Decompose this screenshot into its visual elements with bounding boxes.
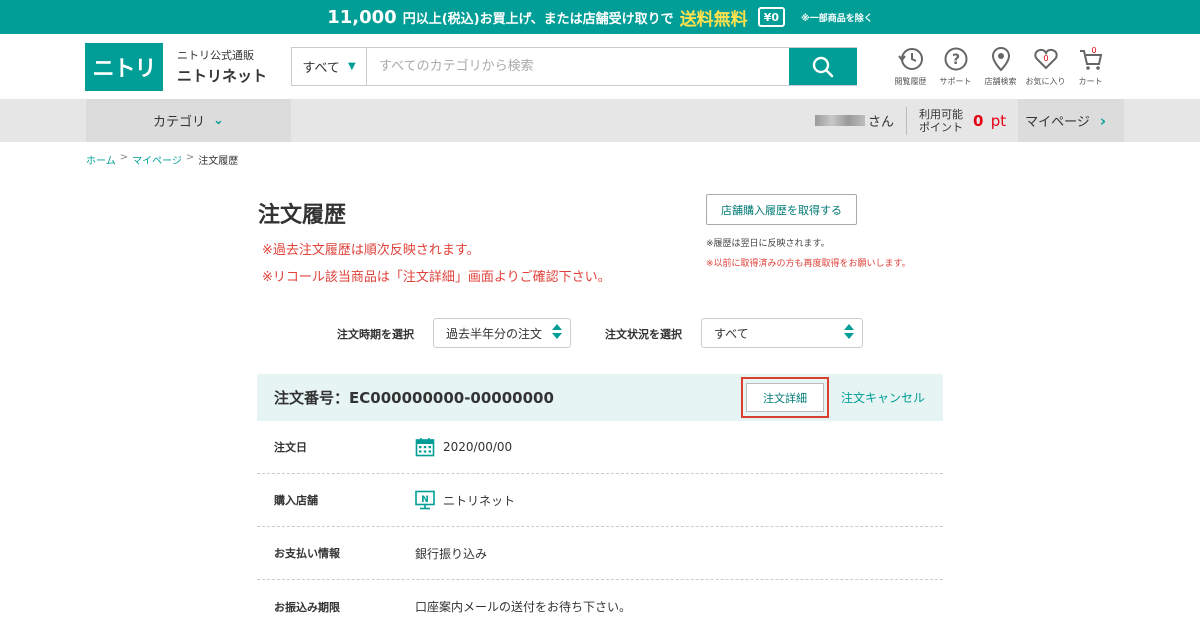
select-arrows-icon: [844, 324, 854, 339]
points-label-line1: 利用可能: [919, 107, 964, 121]
order-row-deadline: お振込み期限 口座案内メールの送付をお待ち下さい。: [257, 580, 943, 633]
user-area: さん 利用可能 ポイント 0 pt マイページ ›: [815, 99, 1125, 142]
points-value: 0 pt: [973, 112, 1006, 130]
store-history-note: ※履歴は翌日に反映されます。: [706, 239, 830, 249]
svg-text:N: N: [421, 495, 429, 505]
purchase-store-text: ニトリネット: [443, 493, 516, 508]
notice-recall: ※リコール該当商品は「注文詳細」画面よりご確認下さい。: [262, 270, 611, 285]
period-select-value: 過去半年分の注文: [446, 326, 543, 341]
cart-icon: 0: [1079, 46, 1102, 70]
favorites-badge: 0: [1043, 54, 1048, 63]
period-select[interactable]: 過去半年分の注文: [433, 318, 571, 348]
purchase-store-value: N ニトリネット: [415, 490, 515, 510]
chevron-right-icon: ›: [1099, 111, 1107, 130]
payment-info-value: 銀行振り込み: [415, 546, 488, 561]
cart-button[interactable]: 0 カート: [1068, 46, 1113, 87]
search-category-value: すべて: [302, 61, 340, 76]
store-search-button[interactable]: 店舗検索: [978, 46, 1023, 87]
promo-banner[interactable]: 11,000 円以上(税込)お買上げ、または店舗受け取りで 送料無料 ¥0 ※一…: [0, 0, 1200, 34]
promo-text: 円以上(税込)お買上げ、または店舗受け取りで: [402, 11, 674, 27]
status-select-value: すべて: [714, 326, 749, 341]
brand-block[interactable]: ニトリ公式通販 ニトリネット: [177, 47, 267, 86]
category-label: カテゴリ: [153, 115, 206, 130]
favorites-button[interactable]: 0 お気に入り: [1023, 46, 1068, 87]
points-number: 0: [973, 111, 984, 130]
purchase-store-label: 購入店舗: [274, 494, 318, 507]
fetch-store-history-button[interactable]: 店舗購入履歴を取得する: [706, 194, 857, 225]
search-bar: すべて ▼: [291, 47, 857, 86]
store-history-warning: ※以前に取得済みの方も再度取得をお願いします。: [706, 259, 911, 269]
search-input[interactable]: [367, 48, 789, 85]
breadcrumb-home[interactable]: ホーム: [86, 152, 116, 167]
history-button[interactable]: 閲覧履歴: [888, 46, 933, 87]
truck-label: ¥0: [763, 10, 779, 24]
points-label: 利用可能 ポイント: [919, 108, 963, 134]
logo-text: ニトリ: [92, 56, 156, 82]
points-display: 利用可能 ポイント 0 pt: [906, 106, 1018, 135]
history-icon: [897, 48, 923, 70]
payment-info-label: お支払い情報: [274, 547, 340, 560]
support-label: サポート: [939, 77, 972, 86]
nav-bar: カテゴリ ⌄ さん 利用可能 ポイント 0 pt マイページ ›: [0, 99, 1200, 142]
order-row-store: 購入店舗 N ニトリネット: [257, 474, 943, 527]
mypage-link[interactable]: マイページ ›: [1018, 99, 1125, 142]
cart-badge: 0: [1091, 46, 1096, 55]
order-detail-highlight: 注文詳細: [741, 377, 829, 418]
status-filter-label: 注文状況を選択: [605, 328, 682, 341]
store-search-label: 店舗検索: [984, 77, 1017, 86]
promo-free-shipping: 送料無料: [679, 9, 748, 30]
breadcrumb: ホーム > マイページ > 注文履歴: [86, 152, 238, 167]
period-filter-label: 注文時期を選択: [337, 328, 414, 341]
nitori-logo[interactable]: ニトリ: [85, 42, 163, 91]
calendar-icon: [415, 438, 435, 457]
cart-label: カート: [1078, 77, 1103, 86]
redacted-username: [815, 115, 865, 126]
location-pin-icon: [991, 46, 1010, 72]
truck-icon: ¥0: [757, 7, 785, 27]
breadcrumb-mypage[interactable]: マイページ: [132, 152, 182, 167]
search-icon: [812, 56, 834, 77]
points-unit: pt: [990, 111, 1007, 130]
favorites-label: お気に入り: [1025, 77, 1066, 86]
breadcrumb-separator: >: [119, 152, 129, 163]
notice-past-orders: ※過去注文履歴は順次反映されます。: [262, 243, 480, 258]
order-row-date: 注文日 2020/00/00: [257, 421, 943, 474]
order-cancel-link[interactable]: 注文キャンセル: [841, 389, 925, 406]
svg-text:?: ?: [951, 52, 959, 68]
order-row-payment: お支払い情報 銀行振り込み: [257, 527, 943, 580]
brand-subtitle: ニトリ公式通販: [177, 49, 254, 62]
category-menu-button[interactable]: カテゴリ ⌄: [86, 99, 291, 142]
promo-note: ※一部商品を除く: [801, 13, 873, 24]
order-detail-button[interactable]: 注文詳細: [746, 383, 824, 412]
status-select[interactable]: すべて: [701, 318, 863, 348]
site-header: ニトリ ニトリ公式通販 ニトリネット すべて ▼ 閲覧履歴: [0, 34, 1200, 99]
order-date-value: 2020/00/00: [415, 437, 512, 457]
user-name: さん: [815, 111, 906, 130]
heart-icon: 0: [1033, 48, 1058, 70]
user-suffix: さん: [868, 115, 895, 130]
select-arrows-icon: [552, 324, 562, 339]
order-number: 注文番号：EC000000000-00000000: [274, 389, 554, 407]
order-date-label: 注文日: [274, 441, 307, 454]
payment-deadline-label: お振込み期限: [274, 600, 340, 614]
mypage-label: マイページ: [1025, 115, 1090, 130]
points-label-line2: ポイント: [919, 120, 964, 134]
help-icon: ?: [944, 47, 967, 71]
search-category-select[interactable]: すべて ▼: [292, 48, 367, 85]
header-icons: 閲覧履歴 ? サポート 店舗検索 0 お気に入り 0 カート: [888, 46, 1113, 87]
brand-name: ニトリネット: [177, 67, 268, 85]
chevron-down-icon: ▼: [347, 61, 356, 72]
payment-deadline-value: 口座案内メールの送付をお待ち下さい。: [415, 600, 632, 614]
page-title: 注文履歴: [258, 203, 347, 228]
chevron-down-icon: ⌄: [213, 113, 224, 128]
promo-amount: 11,000: [327, 6, 397, 28]
search-button[interactable]: [789, 48, 857, 85]
web-store-icon: N: [415, 490, 435, 510]
order-date-text: 2020/00/00: [443, 440, 513, 454]
history-label: 閲覧履歴: [894, 77, 927, 86]
support-button[interactable]: ? サポート: [933, 46, 978, 87]
breadcrumb-separator: >: [185, 152, 195, 163]
breadcrumb-current: 注文履歴: [198, 156, 239, 167]
